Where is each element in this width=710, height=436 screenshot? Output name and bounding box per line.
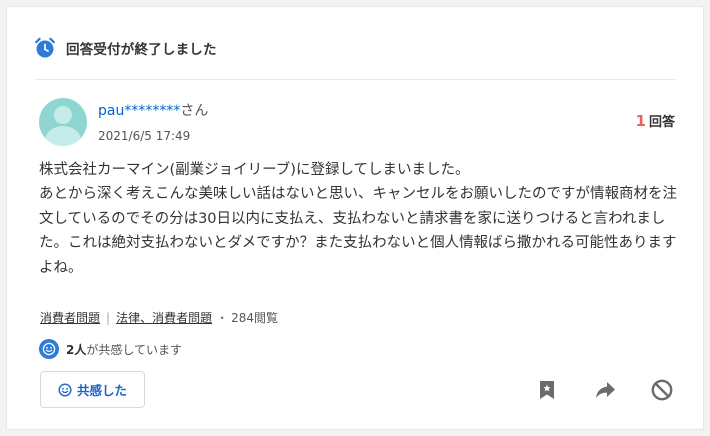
post-date: 2021/6/5 17:49 (98, 129, 191, 143)
empathy-button[interactable]: 共感した (40, 371, 145, 408)
user-name-link[interactable]: pau******** (98, 103, 180, 119)
category-link-law[interactable]: 法律、消費者問題 (116, 309, 212, 326)
view-count: 284閲覧 (231, 311, 278, 325)
empathy-button-label: 共感した (76, 383, 127, 398)
question-card: 回答受付が終了しました pau********さん 2021/6/5 17:49… (6, 6, 704, 430)
bookmark-icon[interactable] (535, 378, 559, 402)
empathy-text: が共感しています (86, 342, 183, 357)
block-icon[interactable] (650, 378, 674, 402)
category-list: 消費者問題 | 法律、消費者問題 ・ 284閲覧 (40, 309, 278, 326)
share-icon[interactable] (593, 378, 617, 402)
category-separator: | (106, 310, 111, 325)
answer-count-label: 回答 (648, 115, 675, 130)
user-name[interactable]: pau********さん (98, 100, 208, 120)
smile-icon (39, 339, 59, 359)
user-suffix: さん (180, 103, 209, 119)
smile-outline-icon (58, 382, 72, 397)
status-bar: 回答受付が終了しました (33, 35, 217, 61)
status-text: 回答受付が終了しました (66, 42, 217, 58)
dot-separator: ・ (216, 311, 229, 325)
divider (35, 79, 675, 80)
alarm-clock-icon (35, 37, 55, 58)
empathy-count: 2人 (66, 342, 87, 357)
avatar[interactable] (39, 98, 87, 146)
question-body: 株式会社カーマイン(副業ジョイリーブ)に登録してしまいました。 あとから深く考え… (39, 162, 677, 276)
category-link-consumer[interactable]: 消費者問題 (40, 309, 100, 326)
answer-count[interactable]: 1 回答 (636, 111, 675, 130)
empathy-info: 2人 が共感しています (39, 339, 182, 359)
answer-count-number: 1 (635, 112, 646, 130)
